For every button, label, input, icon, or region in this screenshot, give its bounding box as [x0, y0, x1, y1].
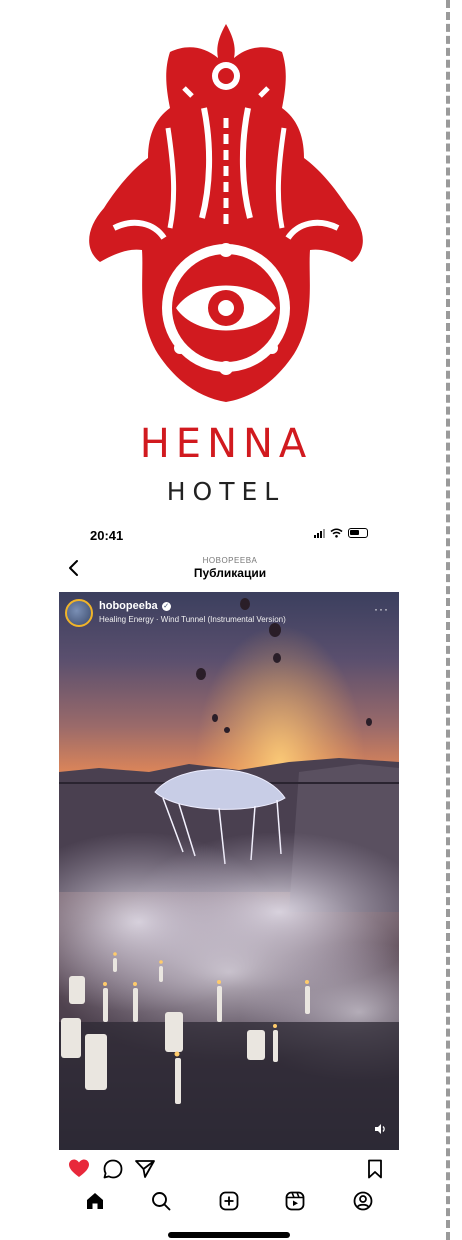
author-name[interactable]: hobopeeba [99, 600, 158, 612]
bookmark-icon[interactable] [364, 1158, 386, 1180]
post-actions [68, 1158, 388, 1180]
brand-subtitle: HOTEL [166, 477, 286, 506]
profile-icon[interactable] [352, 1190, 374, 1212]
page-title: Публикации [193, 566, 267, 580]
create-icon[interactable] [218, 1190, 240, 1212]
sound-icon[interactable] [373, 1122, 387, 1136]
wifi-icon [330, 528, 343, 538]
more-horizontal-icon[interactable]: ··· [374, 602, 389, 616]
verified-icon: ✓ [161, 601, 171, 611]
post-music[interactable]: Healing Energy · Wind Tunnel (Instrument… [99, 615, 286, 624]
post-image [59, 592, 399, 1150]
home-indicator [168, 1232, 290, 1238]
reels-icon[interactable] [284, 1190, 306, 1212]
comment-icon[interactable] [102, 1158, 124, 1180]
hamsa-logo [89, 24, 363, 402]
post-media[interactable]: hobopeeba ✓ Healing Energy · Wind Tunnel… [59, 592, 399, 1150]
status-icons [314, 528, 368, 538]
home-icon[interactable] [84, 1190, 106, 1212]
share-icon[interactable] [134, 1158, 156, 1180]
status-time: 20:41 [90, 528, 124, 543]
chevron-left-icon[interactable] [64, 556, 84, 580]
brand-name: HENNA [139, 421, 313, 467]
dashed-divider [446, 0, 450, 1240]
post-author[interactable]: hobopeeba ✓ [99, 600, 171, 612]
battery-icon [348, 528, 368, 538]
search-icon[interactable] [150, 1190, 172, 1212]
header-subtitle: HOBOPEEBA [202, 556, 258, 565]
avatar[interactable] [65, 599, 93, 627]
tab-bar [72, 1190, 382, 1214]
signal-icon [314, 528, 325, 538]
heart-icon[interactable] [68, 1158, 90, 1180]
